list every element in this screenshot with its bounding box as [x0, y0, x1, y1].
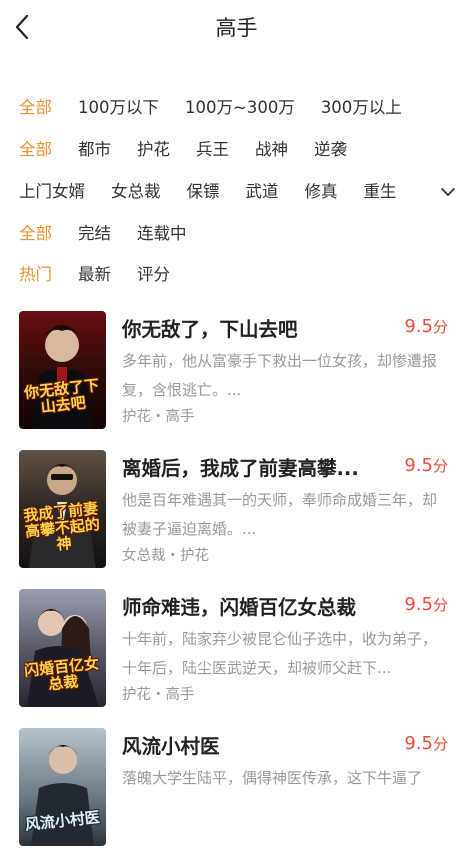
book-title: 风流小村医 [122, 735, 220, 758]
top-bar: 高手 [0, 0, 473, 56]
filter-category-war-god[interactable]: 战神 [255, 136, 288, 160]
filter-category-hua[interactable]: 护花 [137, 136, 170, 160]
book-title: 师命难违，闪婚百亿女总裁 [122, 596, 357, 619]
filter-words-1m-3m[interactable]: 100万~300万 [185, 94, 295, 118]
book-item[interactable]: 我成了前妻高攀不起的神 离婚后，我成了前妻高攀... 9.5分 他是百年难遇其一… [0, 450, 473, 570]
filter-tag-cultivation[interactable]: 修真 [305, 178, 338, 202]
book-description: 多年前，他从富豪手下救出一位女孩，却惨遭报复，含恨逃亡。... [122, 352, 438, 399]
filter-category-soldier-king[interactable]: 兵王 [196, 136, 229, 160]
book-title: 你无敌了，下山去吧 [122, 318, 298, 341]
book-item[interactable]: 闪婚百亿女总裁 师命难违，闪婚百亿女总裁 9.5分 十年前，陆家弃少被昆仑仙子选… [0, 589, 473, 709]
book-description: 十年前，陆家弃少被昆仑仙子选中，收为弟子，十年后，陆尘医武逆天，却被师父赶下..… [122, 630, 438, 677]
filter-category-all[interactable]: 全部 [19, 136, 52, 160]
filter-words-under-1m[interactable]: 100万以下 [78, 94, 159, 118]
filter-tag-female-ceo[interactable]: 女总裁 [111, 178, 161, 202]
book-cover: 闪婚百亿女总裁 [19, 589, 106, 707]
filter-status-all[interactable]: 全部 [19, 220, 52, 244]
book-item[interactable]: 风流小村医 风流小村医 9.5分 落魄大学生陆平，偶得神医传承，这下牛逼了 [0, 728, 473, 848]
filter-row-category: 全部 都市 护花 兵王 战神 逆袭 [19, 136, 373, 160]
filter-tag-martial[interactable]: 武道 [246, 178, 279, 202]
book-tags: 护花・高手 [122, 687, 195, 703]
book-cover: 风流小村医 [19, 728, 106, 846]
filter-row-status: 全部 完结 连载中 [19, 220, 213, 244]
filter-row-words: 全部 100万以下 100万~300万 300万以上 [19, 94, 428, 118]
book-description: 落魄大学生陆平，偶得神医传承，这下牛逼了 [122, 769, 423, 787]
book-title: 离婚后，我成了前妻高攀... [122, 457, 359, 480]
book-score: 9.5分 [404, 594, 448, 615]
filter-status-serializing[interactable]: 连载中 [137, 220, 187, 244]
book-description: 他是百年难遇其一的天师，奉师命成婚三年，却被妻子逼迫离婚。... [122, 491, 438, 538]
filter-status-finished[interactable]: 完结 [78, 220, 111, 244]
filter-tag-son-in-law[interactable]: 上门女婿 [19, 178, 85, 202]
filter-words-over-3m[interactable]: 300万以上 [321, 94, 402, 118]
filter-row-tags: 上门女婿 女总裁 保镖 武道 修真 重生 [19, 178, 423, 202]
filter-row-sort: 热门 最新 评分 [19, 261, 196, 285]
book-tags: 护花・高手 [122, 409, 195, 425]
book-score: 9.5分 [404, 733, 448, 754]
cover-title-text: 我成了前妻高攀不起的神 [22, 498, 101, 553]
book-cover: 你无敌了下山去吧 [19, 311, 106, 429]
book-item[interactable]: 你无敌了下山去吧 你无敌了，下山去吧 9.5分 多年前，他从富豪手下救出一位女孩… [0, 311, 473, 431]
page-title: 高手 [215, 16, 258, 40]
book-tags: 女总裁・护花 [122, 548, 209, 564]
sort-latest[interactable]: 最新 [78, 261, 111, 285]
book-cover: 我成了前妻高攀不起的神 [19, 450, 106, 568]
filter-words-all[interactable]: 全部 [19, 94, 52, 118]
expand-tags-button[interactable] [437, 181, 459, 203]
chevron-down-icon [441, 188, 455, 196]
book-score: 9.5分 [404, 455, 448, 476]
sort-rating[interactable]: 评分 [137, 261, 170, 285]
filter-tag-rebirth[interactable]: 重生 [364, 178, 397, 202]
filter-category-urban[interactable]: 都市 [78, 136, 111, 160]
sort-hot[interactable]: 热门 [19, 261, 52, 285]
filter-tag-bodyguard[interactable]: 保镖 [187, 178, 220, 202]
filter-category-comeback[interactable]: 逆袭 [314, 136, 347, 160]
book-score: 9.5分 [404, 316, 448, 337]
